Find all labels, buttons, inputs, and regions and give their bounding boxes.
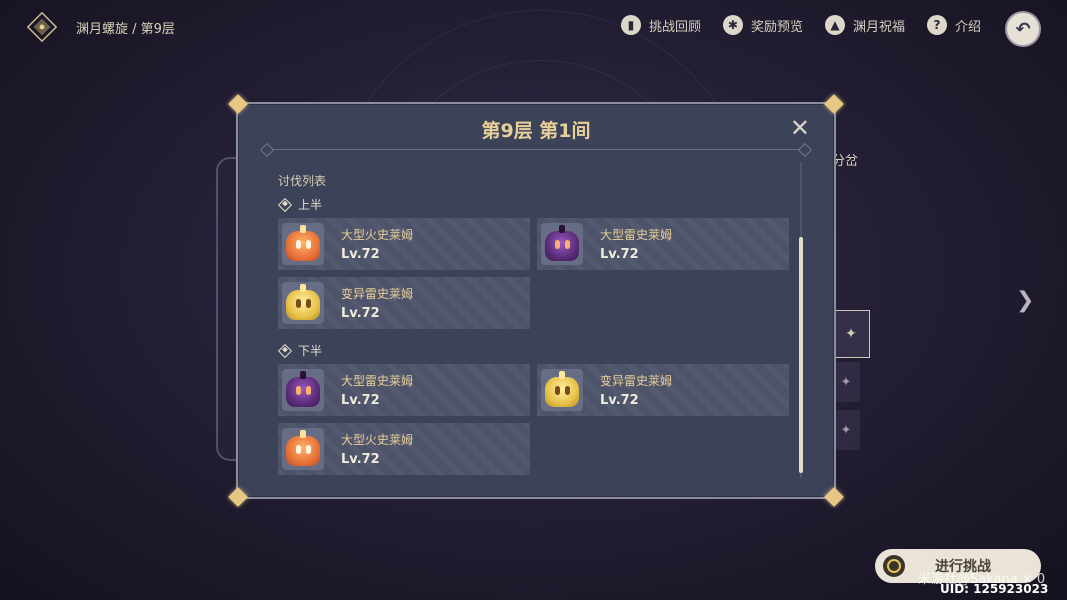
first-half-label: 上半: [277, 196, 322, 213]
diamond-icon: [277, 343, 293, 358]
title-divider: [264, 149, 808, 150]
enemy-level: Lv.72: [341, 247, 380, 262]
challenge-review-button[interactable]: ▮ 挑战回顾: [620, 15, 701, 35]
enemy-card[interactable]: 大型火史莱姆 Lv.72: [278, 423, 530, 475]
star-slot[interactable]: ✦: [832, 310, 870, 358]
top-actions: ▮ 挑战回顾 ✱ 奖励预览 ▲ 渊月祝福 ? 介绍: [620, 15, 981, 35]
corner-ornament: [824, 94, 844, 114]
enemy-card[interactable]: 大型火史莱姆 Lv.72: [278, 218, 530, 270]
reward-preview-label: 奖励预览: [750, 19, 803, 35]
enemy-level: Lv.72: [341, 452, 380, 467]
challenge-review-label: 挑战回顾: [648, 19, 701, 35]
intro-label: 介绍: [954, 19, 981, 35]
enemy-card[interactable]: 变异雷史莱姆 Lv.72: [278, 277, 530, 329]
enemy-level: Lv.72: [600, 393, 639, 408]
corner-ornament: [824, 487, 844, 507]
enemy-name: 大型火史莱姆: [341, 433, 414, 447]
reward-preview-button[interactable]: ✱ 奖励预览: [722, 15, 803, 35]
enemy-name: 变异雷史莱姆: [341, 287, 414, 301]
divider-ornament: [259, 142, 275, 158]
dialog-title: 第9层 第1间: [481, 120, 591, 142]
scrollbar-thumb[interactable]: [799, 237, 803, 473]
star-slot[interactable]: ✦: [832, 362, 860, 402]
mutant-electro-slime-icon: [282, 282, 324, 324]
upgrade-arrow-icon: ▲: [824, 15, 845, 35]
enemy-level: Lv.72: [600, 247, 639, 262]
enemy-list-dialog: 第9层 第1间 ✕ 讨伐列表 上半 大型火史莱姆 Lv.72 大型雷史莱姆 Lv…: [228, 94, 844, 507]
enemy-name: 变异雷史莱姆: [600, 374, 673, 388]
next-chamber-arrow-icon[interactable]: ❯: [1016, 288, 1034, 313]
star-icon: ✦: [840, 374, 852, 390]
blessing-label: 渊月祝福: [852, 19, 905, 35]
enemy-name: 大型火史莱姆: [341, 228, 414, 242]
abyss-logo-icon: [26, 11, 58, 43]
intro-button[interactable]: ? 介绍: [926, 15, 981, 35]
electro-slime-icon: [541, 223, 583, 265]
enemy-name: 大型雷史莱姆: [341, 374, 414, 388]
star-gear-icon: ✱: [722, 15, 743, 35]
back-arrow-icon: ↶: [1015, 18, 1031, 40]
star-slot[interactable]: ✦: [832, 410, 860, 450]
enemy-list-heading: 讨伐列表: [278, 174, 327, 188]
divider-ornament: [797, 142, 813, 158]
challenge-icon: [883, 555, 905, 577]
question-icon: ?: [926, 15, 947, 35]
breadcrumb: 渊月螺旋 / 第9层: [76, 22, 175, 37]
diamond-icon: [277, 197, 293, 212]
back-button[interactable]: ↶: [1005, 11, 1041, 47]
corner-ornament: [228, 94, 248, 114]
enemy-card[interactable]: 变异雷史莱姆 Lv.72: [537, 364, 789, 416]
fire-slime-icon: [282, 223, 324, 265]
blessing-button[interactable]: ▲ 渊月祝福: [824, 15, 905, 35]
star-icon: ✦: [840, 422, 852, 438]
book-icon: ▮: [620, 15, 641, 35]
star-icon: ✦: [845, 326, 857, 342]
enemy-name: 大型雷史莱姆: [600, 228, 673, 242]
enemy-level: Lv.72: [341, 306, 380, 321]
enemy-card[interactable]: 大型雷史莱姆 Lv.72: [278, 364, 530, 416]
uid-label: UID: 125923023: [940, 582, 1049, 596]
mutant-electro-slime-icon: [541, 369, 583, 411]
enemy-level: Lv.72: [341, 393, 380, 408]
close-icon[interactable]: ✕: [790, 116, 810, 140]
top-bar: 渊月螺旋 / 第9层 ▮ 挑战回顾 ✱ 奖励预览 ▲ 渊月祝福 ? 介绍 ↶: [0, 0, 1067, 56]
fire-slime-icon: [282, 428, 324, 470]
enemy-card[interactable]: 大型雷史莱姆 Lv.72: [537, 218, 789, 270]
second-half-label: 下半: [277, 342, 322, 359]
corner-ornament: [228, 487, 248, 507]
electro-slime-icon: [282, 369, 324, 411]
